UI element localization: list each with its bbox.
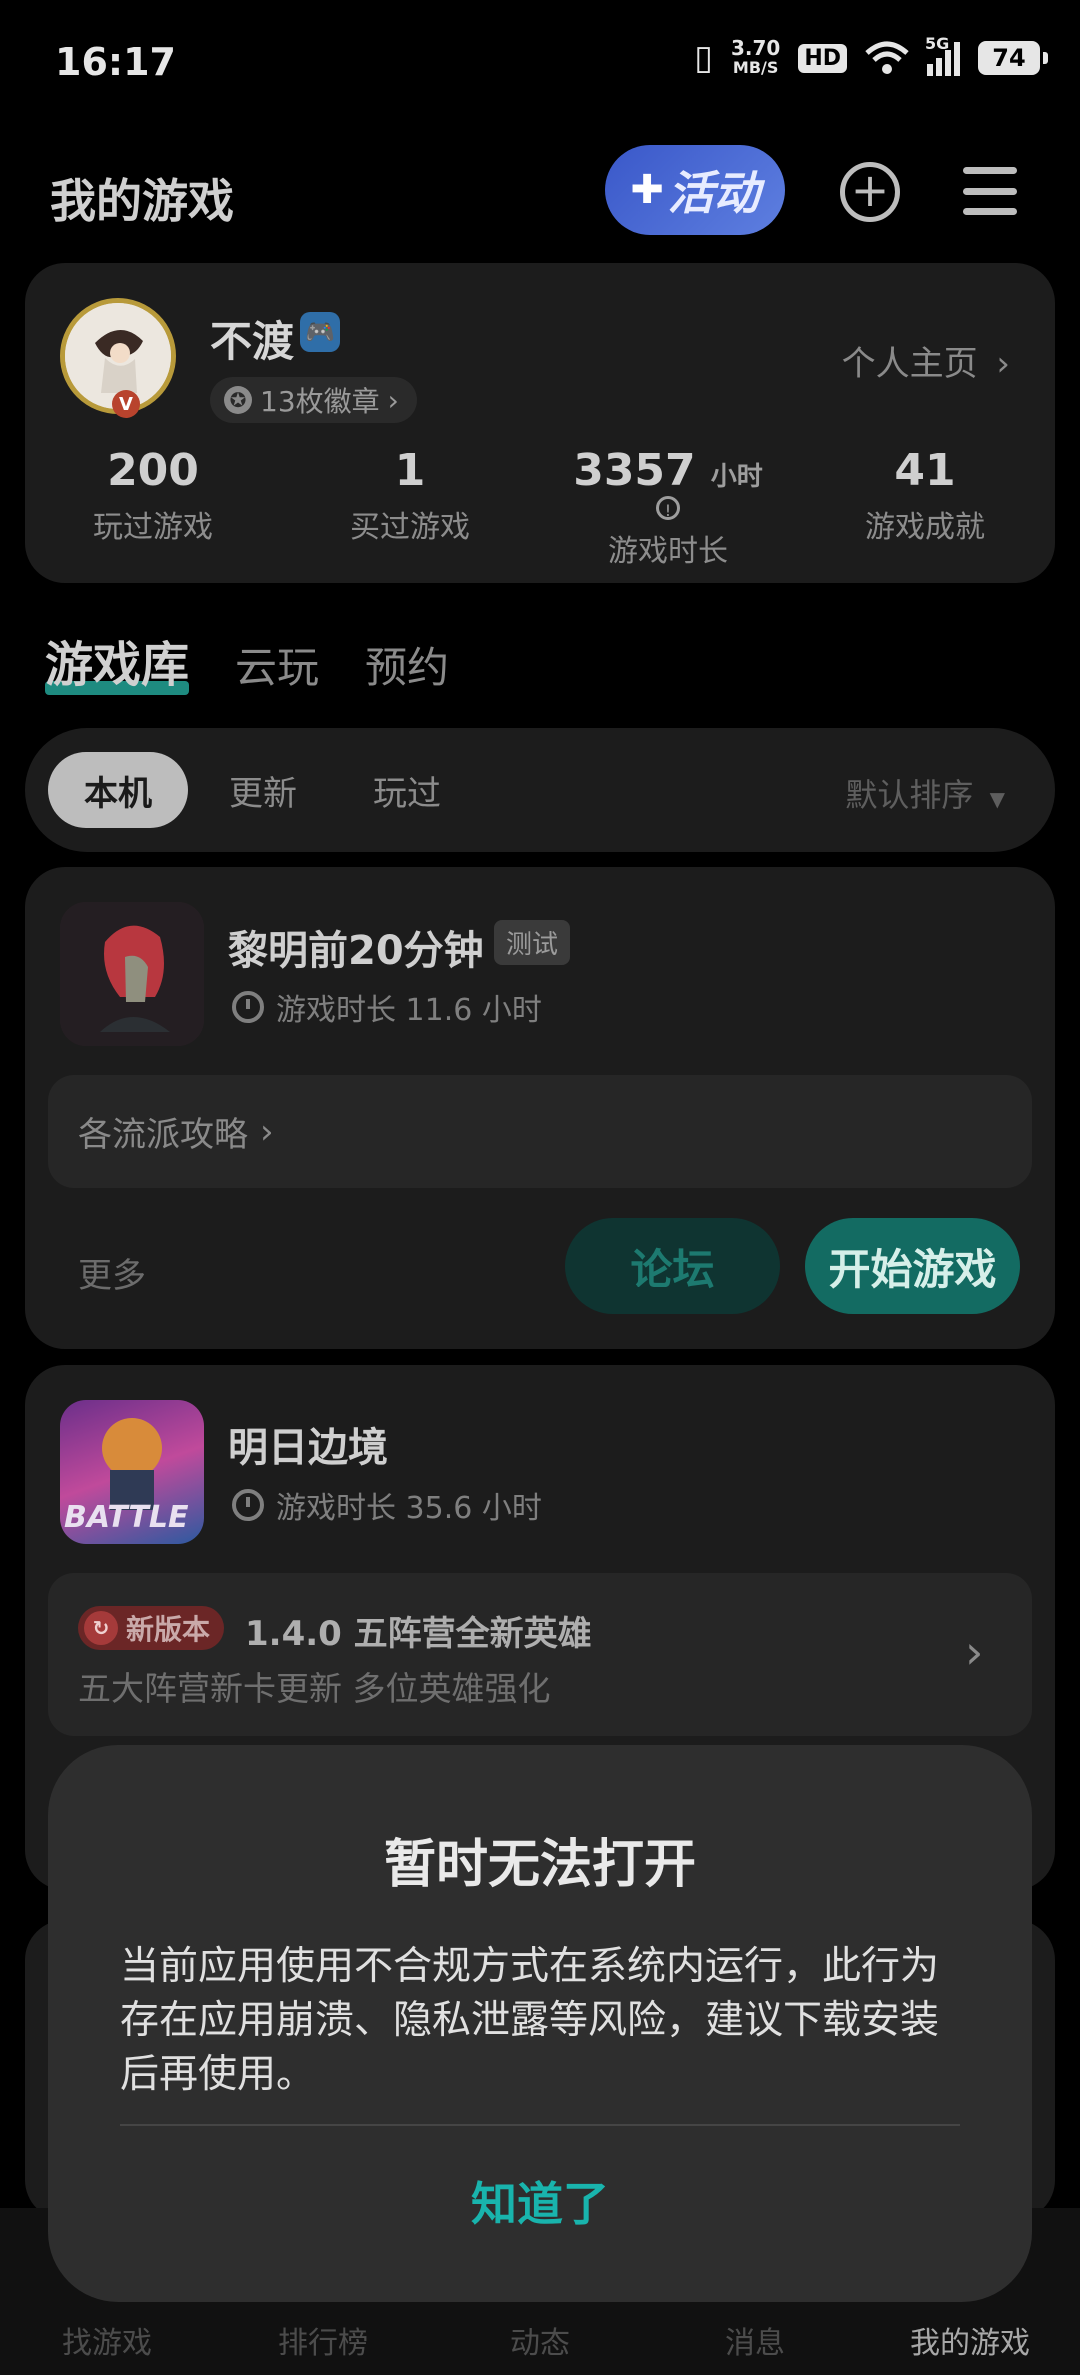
page-title: 我的游戏	[50, 174, 234, 228]
stopwatch-icon	[232, 991, 264, 1023]
nav-find-games[interactable]: 找游戏	[7, 2318, 207, 2362]
dialog-title: 暂时无法打开	[383, 1835, 696, 1895]
event-banner-button[interactable]: ✚ 活动	[605, 145, 785, 235]
game-icon-label: BATTLE	[64, 1500, 189, 1535]
stopwatch-icon	[232, 1489, 264, 1521]
medal-icon: ✪	[224, 386, 252, 414]
update-subtitle: 五大阵营新卡更新 多位英雄强化	[78, 1669, 551, 1708]
vibrate-icon: ▯	[694, 38, 713, 78]
gift-icon: ✚	[630, 167, 664, 213]
chevron-right-icon: ›	[387, 383, 399, 417]
stat-achievements[interactable]: 41 游戏成就	[820, 445, 1030, 546]
game-playtime: 游戏时长 11.6 小时	[232, 985, 542, 1029]
tab-reserve[interactable]: 预约	[365, 634, 449, 695]
stat-playtime[interactable]: 3357 小时 ! 游戏时长	[563, 445, 773, 570]
stat-played[interactable]: 200 玩过游戏	[48, 445, 258, 546]
start-game-button[interactable]: 开始游戏	[805, 1218, 1020, 1314]
chevron-right-icon: ›	[996, 344, 1010, 384]
game-icon[interactable]: BATTLE	[60, 1400, 204, 1544]
test-badge: 测试	[494, 920, 571, 965]
event-label: 活动	[667, 166, 760, 220]
medals-button[interactable]: ✪ 13枚徽章 ›	[210, 377, 417, 423]
status-icons: ▯ 3.70 MB/S HD 5G 74	[694, 34, 1048, 78]
nav-rankings[interactable]: 排行榜	[223, 2318, 423, 2362]
nav-my-games[interactable]: 我的游戏	[870, 2318, 1070, 2362]
gamepad-badge-icon: 🎮	[300, 312, 340, 352]
sort-dropdown[interactable]: 默认排序 ▼	[845, 770, 1005, 816]
forum-button[interactable]: 论坛	[565, 1218, 780, 1314]
stat-bought[interactable]: 1 买过游戏	[305, 445, 515, 546]
more-button[interactable]: 更多	[78, 1248, 146, 1297]
plus-icon: +	[850, 163, 890, 217]
username: 不渡	[210, 317, 295, 366]
tab-library[interactable]: 游戏库	[45, 625, 190, 695]
new-version-badge: ↻ 新版本	[78, 1606, 225, 1650]
status-time: 16:17	[55, 40, 176, 84]
tab-cloud[interactable]: 云玩	[235, 634, 319, 695]
chevron-right-icon[interactable]: ›	[965, 1625, 983, 1679]
hd-icon: HD	[798, 43, 847, 73]
dialog-message: 当前应用使用不合规方式在系统内运行，此行为存在应用崩溃、隐私泄露等风险，建议下载…	[120, 1944, 940, 2097]
refresh-icon: ↻	[84, 1611, 118, 1645]
game-playtime: 游戏时长 35.6 小时	[232, 1483, 542, 1527]
menu-icon[interactable]	[963, 167, 1017, 215]
divider	[120, 2124, 960, 2126]
confirm-button[interactable]: 知道了	[48, 2168, 1032, 2234]
filter-chip-played[interactable]: 玩过	[357, 752, 457, 828]
medals-label: 13枚徽章	[260, 385, 380, 418]
library-tabs: 游戏库 云玩 预约	[45, 625, 449, 695]
chevron-right-icon: ›	[260, 1111, 274, 1152]
update-title: 1.4.0 五阵营全新英雄	[245, 1614, 592, 1654]
net-speed: 3.70 MB/S	[730, 36, 781, 77]
game-title[interactable]: 黎明前20分钟	[228, 918, 484, 976]
filter-chip-local[interactable]: 本机	[48, 752, 188, 828]
info-icon[interactable]: !	[656, 496, 680, 520]
game-icon[interactable]	[60, 902, 204, 1046]
profile-home-link[interactable]: 个人主页 ›	[842, 336, 1010, 385]
battery-icon: 74	[978, 41, 1048, 75]
status-bar: 16:17 ▯ 3.70 MB/S HD 5G 74	[0, 0, 1080, 130]
add-button[interactable]: +	[840, 162, 900, 222]
signal-icon: 5G	[925, 34, 960, 76]
nav-messages[interactable]: 消息	[655, 2318, 855, 2362]
wifi-icon	[865, 41, 909, 74]
vip-badge: V	[112, 390, 140, 418]
nav-feed[interactable]: 动态	[440, 2318, 640, 2362]
strategy-guide-link[interactable]: 各流派攻略 ›	[48, 1075, 1032, 1188]
filter-chip-update[interactable]: 更新	[213, 752, 313, 828]
caret-down-icon: ▼	[989, 787, 1005, 811]
game-title[interactable]: 明日边境	[228, 1415, 388, 1473]
